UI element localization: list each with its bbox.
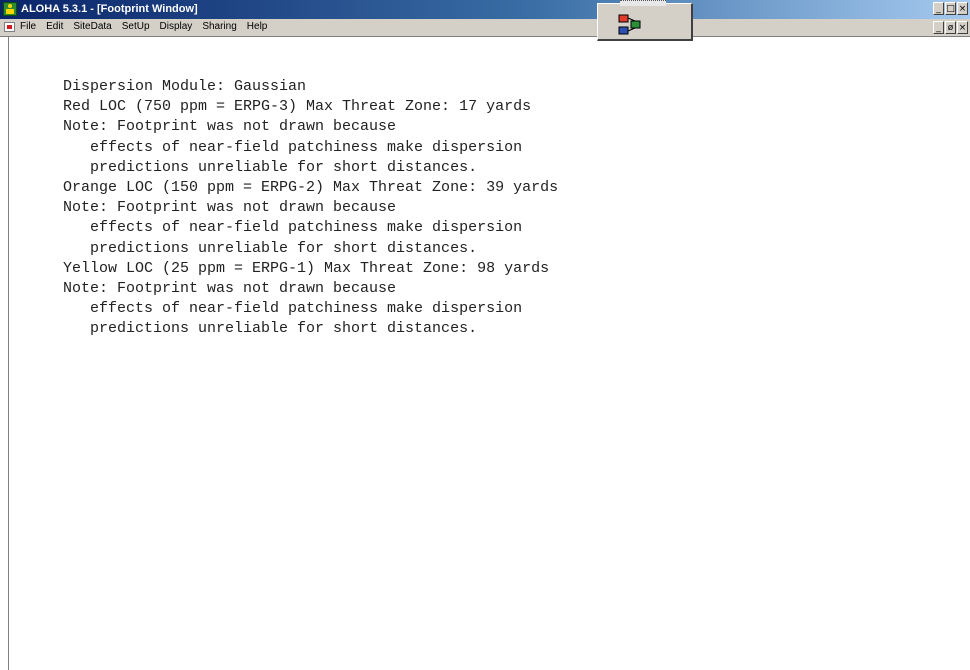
green-module-block: [630, 20, 641, 29]
app-icon[interactable]: [3, 2, 17, 16]
threat-zone-report: Dispersion Module: Gaussian Red LOC (750…: [63, 77, 558, 339]
doc-close-button[interactable]: ×: [957, 21, 968, 34]
menu-setup[interactable]: SetUp: [122, 21, 150, 32]
report-line-note-detail: predictions unreliable for short distanc…: [63, 239, 478, 257]
menu-display[interactable]: Display: [160, 21, 193, 32]
window-controls: _ □ ×: [933, 2, 968, 15]
doc-minimize-button[interactable]: _: [933, 21, 944, 34]
report-line-note-detail: predictions unreliable for short distanc…: [63, 320, 478, 338]
title-bar[interactable]: ALOHA 5.3.1 - [Footprint Window] _ □ ×: [0, 0, 970, 19]
doc-restore-button[interactable]: ø: [945, 21, 956, 34]
report-line-note-detail: effects of near-field patchiness make di…: [63, 138, 523, 156]
report-line-red-loc: Red LOC (750 ppm = ERPG-3) Max Threat Zo…: [63, 98, 532, 116]
menu-file[interactable]: File: [20, 21, 36, 32]
menu-bar: File Edit SiteData SetUp Display Sharing…: [0, 19, 970, 37]
report-line-note: Note: Footprint was not drawn because: [63, 199, 397, 217]
module-selector-button[interactable]: [597, 0, 693, 41]
close-button[interactable]: ×: [957, 2, 968, 15]
report-line-dispersion: Dispersion Module: Gaussian: [63, 78, 307, 95]
report-line-orange-loc: Orange LOC (150 ppm = ERPG-2) Max Threat…: [63, 178, 559, 196]
menu-sitedata[interactable]: SiteData: [73, 21, 111, 32]
red-module-block: [618, 14, 629, 23]
module-tab: [620, 0, 666, 6]
menu-items: File Edit SiteData SetUp Display Sharing…: [20, 21, 267, 32]
menu-sharing[interactable]: Sharing: [202, 21, 236, 32]
menu-help[interactable]: Help: [247, 21, 268, 32]
report-line-note: Note: Footprint was not drawn because: [63, 279, 397, 297]
module-selector-icon: [618, 14, 641, 35]
menu-edit[interactable]: Edit: [46, 21, 63, 32]
document-icon[interactable]: [4, 22, 15, 32]
report-line-note-detail: effects of near-field patchiness make di…: [63, 219, 523, 237]
report-line-note: Note: Footprint was not drawn because: [63, 118, 397, 136]
window-title: ALOHA 5.3.1 - [Footprint Window]: [21, 3, 198, 15]
blue-module-block: [618, 26, 629, 35]
report-line-note-detail: effects of near-field patchiness make di…: [63, 300, 523, 318]
report-line-note-detail: predictions unreliable for short distanc…: [63, 158, 478, 176]
document-window-controls: _ ø ×: [933, 21, 968, 34]
report-line-yellow-loc: Yellow LOC (25 ppm = ERPG-1) Max Threat …: [63, 259, 550, 277]
maximize-button[interactable]: □: [945, 2, 956, 15]
minimize-button[interactable]: _: [933, 2, 944, 15]
